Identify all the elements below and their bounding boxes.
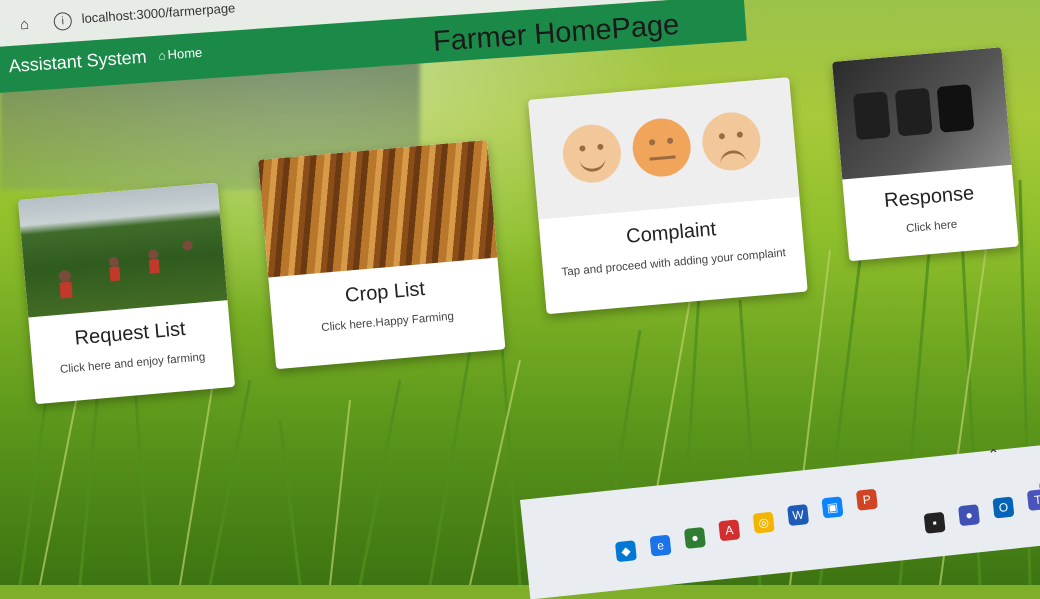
request-list-card[interactable]: Request List Click here and enjoy farmin… (18, 182, 236, 405)
pdf-icon[interactable]: A (718, 519, 741, 542)
farm-workers-illustration (58, 240, 193, 299)
app-icon[interactable]: ▪ (923, 511, 946, 534)
powerpoint-icon[interactable]: P (855, 488, 878, 511)
meet-icon[interactable]: ● (958, 504, 981, 527)
nav-home-label: Home (167, 44, 203, 63)
chevron-up-icon[interactable]: ⌃ (987, 446, 1000, 464)
info-icon[interactable]: i (53, 11, 73, 31)
home-icon[interactable]: ⌂ (19, 16, 36, 34)
house-icon: ⌂ (157, 48, 167, 63)
card-title: Response (883, 182, 975, 212)
card-title: Request List (73, 317, 187, 350)
bot-icon (894, 87, 933, 137)
feedback-faces-image (528, 77, 800, 220)
edge-icon[interactable]: e (649, 534, 672, 557)
card-subtitle: Click here and enjoy farming (59, 351, 206, 376)
card-subtitle: Click here (905, 218, 958, 236)
vscode-icon[interactable]: ◆ (614, 540, 637, 563)
sad-face-icon (699, 110, 763, 173)
url-text[interactable]: localhost:3000/farmerpage (81, 0, 236, 26)
app-icon[interactable]: ● (683, 526, 706, 549)
bot-icon (936, 84, 975, 133)
neutral-face-icon (630, 116, 694, 179)
nav-home-link[interactable]: ⌂Home (158, 45, 203, 63)
wheat-image (258, 139, 498, 278)
card-title: Crop List (344, 277, 426, 307)
word-icon[interactable]: W (787, 504, 810, 527)
chrome-icon[interactable]: ◎ (752, 511, 775, 534)
complaint-card[interactable]: Complaint Tap and proceed with adding yo… (528, 77, 808, 315)
store-icon[interactable]: ▣ (821, 496, 844, 519)
bot-icon (852, 91, 891, 141)
teams-icon[interactable]: T (1026, 488, 1040, 511)
rating-bots-image (832, 47, 1012, 180)
outlook-icon[interactable]: O (992, 496, 1015, 519)
brand-title[interactable]: Assistant System (8, 47, 147, 78)
farm-workers-image (18, 182, 228, 318)
crop-list-card[interactable]: Crop List Click here.Happy Farming (258, 139, 506, 370)
response-card[interactable]: Response Click here (832, 47, 1019, 262)
happy-face-icon (560, 122, 624, 186)
